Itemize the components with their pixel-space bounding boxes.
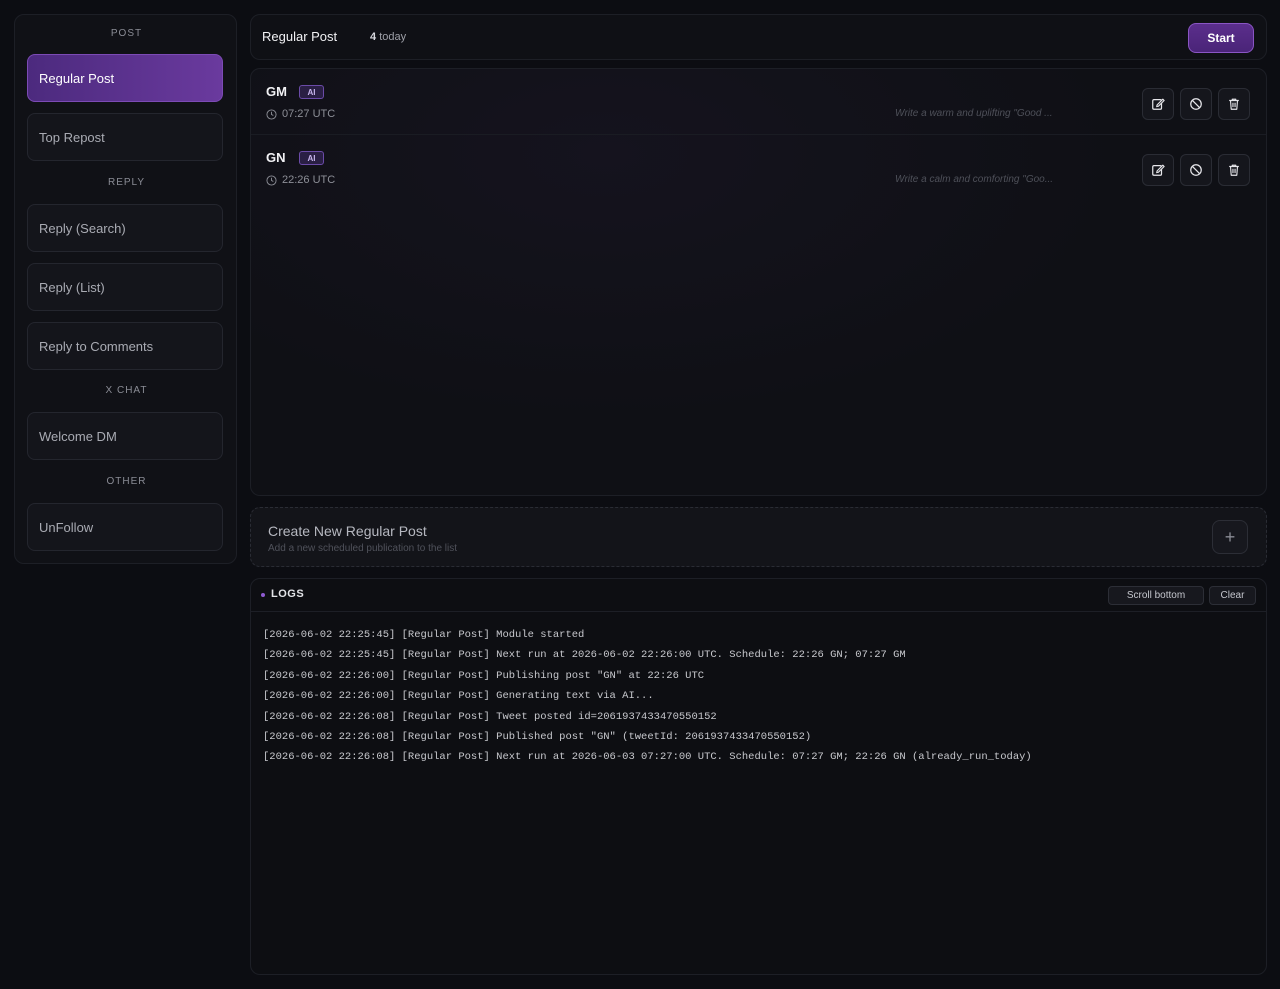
log-line: [2026-06-02 22:25:45] [Regular Post] Mod… — [263, 629, 585, 641]
post-row: GN AI 22:26 UTC Write a calm and comfort… — [251, 135, 1266, 201]
post-row: GM AI 07:27 UTC Write a warm and uplifti… — [251, 69, 1266, 135]
post-prompt-preview: Write a calm and comforting "Goo... — [895, 174, 1054, 185]
post-prompt-preview: Write a warm and uplifting "Good ... — [895, 108, 1053, 119]
section-label-x-chat: X CHAT — [15, 385, 238, 396]
edit-button[interactable] — [1142, 88, 1174, 120]
log-line: [2026-06-02 22:26:08] [Regular Post] Pub… — [263, 730, 812, 743]
sidebar-item-regular-post[interactable]: Regular Post — [27, 54, 223, 102]
sidebar-item-reply-to-comments[interactable]: Reply to Comments — [27, 322, 223, 370]
section-label-other: OTHER — [15, 476, 238, 487]
section-label-reply: REPLY — [15, 177, 238, 188]
module-header: Regular Post 4 today Start — [250, 14, 1267, 60]
add-post-button[interactable]: + — [1212, 520, 1248, 554]
log-line: [2026-06-02 22:25:45] [Regular Post] Nex… — [263, 649, 906, 662]
sidebar-item-unfollow[interactable]: UnFollow — [27, 503, 223, 551]
sidebar-item-reply-list[interactable]: Reply (List) — [27, 263, 223, 311]
log-line: [2026-06-02 22:26:08] [Regular Post] Nex… — [263, 751, 1032, 764]
log-line: [2026-06-02 22:26:08] [Regular Post] Twe… — [263, 710, 717, 723]
trash-icon — [1229, 164, 1239, 176]
edit-icon — [1152, 164, 1165, 176]
edit-icon — [1152, 98, 1165, 110]
post-name: GN — [266, 150, 286, 165]
post-name: GM — [266, 84, 287, 99]
post-time: 07:27 UTC — [266, 108, 335, 120]
clock-icon — [266, 174, 277, 186]
edit-button[interactable] — [1142, 154, 1174, 186]
delete-button[interactable] — [1218, 88, 1250, 120]
clear-logs-button[interactable]: Clear — [1209, 586, 1256, 605]
post-time-text: 07:27 UTC — [282, 108, 336, 120]
trash-icon — [1229, 98, 1239, 110]
clock-icon — [266, 108, 277, 120]
post-list: GM AI 07:27 UTC Write a warm and uplifti… — [250, 68, 1267, 496]
log-line: [2026-06-02 22:26:00] [Regular Post] Pub… — [263, 669, 705, 682]
today-count-value: 4 — [370, 31, 377, 43]
disable-icon — [1190, 98, 1202, 110]
logs-panel: LOGS Scroll bottom Clear [2026-06-02 22:… — [250, 578, 1267, 975]
plus-icon: + — [1224, 526, 1236, 547]
today-count: 4 today — [370, 31, 406, 43]
disable-button[interactable] — [1180, 88, 1212, 120]
logs-header: LOGS Scroll bottom Clear — [251, 579, 1266, 612]
log-line: [2026-06-02 22:26:00] [Regular Post] Gen… — [263, 690, 654, 703]
ai-badge: AI — [299, 85, 324, 99]
disable-icon — [1190, 164, 1202, 176]
sidebar: POST Regular Post Top Repost REPLY Reply… — [14, 14, 237, 564]
logs-status-dot — [261, 593, 265, 597]
scroll-bottom-button[interactable]: Scroll bottom — [1108, 586, 1204, 605]
start-button[interactable]: Start — [1188, 23, 1254, 53]
ai-badge: AI — [299, 151, 324, 165]
create-new-post-panel[interactable]: Create New Regular Post Add a new schedu… — [250, 507, 1267, 567]
post-time: 22:26 UTC — [266, 174, 335, 186]
logs-title: LOGS — [271, 588, 305, 600]
section-label-post: POST — [15, 28, 238, 39]
log-output: [2026-06-02 22:25:45] [Regular Post] Mod… — [263, 625, 1032, 768]
sidebar-item-top-repost[interactable]: Top Repost — [27, 113, 223, 161]
delete-button[interactable] — [1218, 154, 1250, 186]
create-subtitle: Add a new scheduled publication to the l… — [268, 543, 458, 554]
disable-button[interactable] — [1180, 154, 1212, 186]
page-title: Regular Post — [262, 29, 338, 44]
post-time-text: 22:26 UTC — [282, 174, 336, 186]
sidebar-item-reply-search[interactable]: Reply (Search) — [27, 204, 223, 252]
create-title: Create New Regular Post — [268, 523, 427, 539]
sidebar-item-welcome-dm[interactable]: Welcome DM — [27, 412, 223, 460]
today-count-suffix: today — [379, 31, 407, 43]
